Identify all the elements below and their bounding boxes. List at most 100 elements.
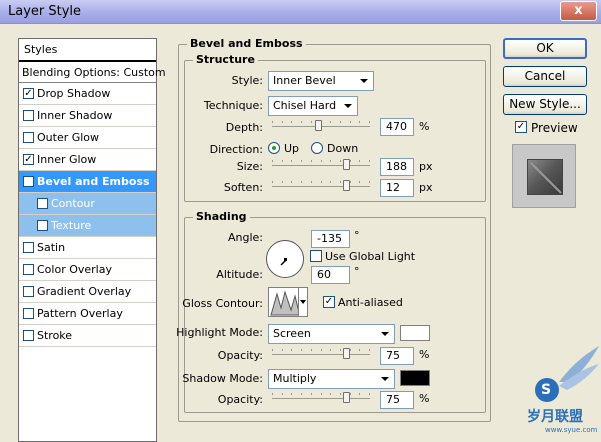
angle-dial-graphic (280, 258, 287, 266)
preview-checkbox[interactable]: ✓ (515, 121, 527, 133)
shadow-opacity-input[interactable]: 75 (380, 391, 414, 409)
anti-aliased-label: Anti-aliased (338, 296, 403, 309)
depth-label: Depth: (225, 121, 263, 134)
style-item-texture[interactable]: Texture (19, 215, 156, 237)
new-style-button[interactable]: New Style... (503, 94, 587, 115)
style-item-checkbox[interactable] (23, 286, 34, 297)
title-bar: Layer Style x (0, 0, 601, 24)
ok-button[interactable]: OK (503, 38, 587, 59)
shadow-opacity-slider[interactable] (272, 392, 370, 404)
highlight-mode-select[interactable]: Screen (268, 324, 395, 344)
depth-input[interactable]: 470 (380, 118, 414, 136)
style-item-checkbox[interactable]: ✓ (23, 176, 34, 187)
gloss-contour-dropdown[interactable] (298, 287, 308, 317)
style-item-inner-glow[interactable]: ✓ Inner Glow (19, 149, 156, 171)
style-item-label: Pattern Overlay (37, 307, 123, 320)
slider-tick (311, 393, 312, 395)
style-item-pattern-overlay[interactable]: Pattern Overlay (19, 303, 156, 325)
slider-tick (330, 160, 331, 162)
style-item-label: Outer Glow (37, 131, 100, 144)
watermark-text: 岁月联盟 (527, 409, 583, 425)
use-global-light-checkbox[interactable] (310, 250, 322, 262)
altitude-label: Altitude: (216, 268, 263, 281)
watermark-badge: S (541, 382, 552, 398)
size-slider[interactable] (272, 159, 370, 171)
slider-tick (330, 121, 331, 123)
style-item-checkbox[interactable] (23, 242, 34, 253)
style-item-drop-shadow[interactable]: ✓ Drop Shadow (19, 83, 156, 105)
size-input[interactable]: 188 (380, 158, 414, 176)
style-item-checkbox[interactable] (23, 110, 34, 121)
shadow-mode-select[interactable]: Multiply (268, 369, 395, 389)
slider-thumb[interactable] (343, 180, 350, 191)
direction-up-label: Up (284, 142, 300, 155)
style-item-checkbox[interactable] (23, 132, 34, 143)
styles-list: Styles Blending Options: Custom ✓ Drop Sh… (18, 38, 166, 442)
watermark-logo: S 岁月联盟 www.syue.com (519, 342, 601, 440)
style-item-color-overlay[interactable]: Color Overlay (19, 259, 156, 281)
shadow-mode-value: Multiply (273, 372, 317, 385)
style-item-checkbox[interactable]: ✓ (37, 198, 48, 209)
soften-slider[interactable] (272, 180, 370, 192)
highlight-opacity-slider[interactable] (272, 348, 370, 360)
technique-select[interactable]: Chisel Hard (268, 96, 358, 116)
slider-thumb[interactable] (343, 348, 350, 359)
style-item-label: Stroke (37, 329, 73, 342)
slider-tick (340, 160, 341, 162)
slider-tick (359, 349, 360, 351)
slider-thumb[interactable] (343, 159, 350, 170)
slider-tick (301, 181, 302, 183)
size-unit: px (419, 160, 433, 173)
depth-slider[interactable] (272, 120, 370, 132)
chevron-down-icon (360, 79, 368, 83)
style-item-stroke[interactable]: Stroke (19, 325, 156, 347)
highlight-color-swatch[interactable] (400, 325, 430, 341)
style-select[interactable]: Inner Bevel (268, 71, 374, 91)
direction-down-radio[interactable] (311, 142, 323, 154)
highlight-opacity-input[interactable]: 75 (380, 347, 414, 365)
direction-up-radio[interactable] (268, 142, 280, 154)
slider-thumb[interactable] (315, 120, 322, 131)
slider-tick (301, 393, 302, 395)
close-button[interactable]: x (560, 1, 597, 21)
slider-tick (311, 160, 312, 162)
style-select-value: Inner Bevel (273, 74, 336, 87)
style-item-inner-shadow[interactable]: Inner Shadow (19, 105, 156, 127)
style-item-gradient-overlay[interactable]: Gradient Overlay (19, 281, 156, 303)
shading-title: Shading (193, 210, 250, 223)
style-item-label: Inner Glow (37, 153, 97, 166)
slider-tick (282, 160, 283, 162)
slider-tick (321, 393, 322, 395)
style-item-checkbox[interactable] (37, 220, 48, 231)
soften-input[interactable]: 12 (380, 179, 414, 197)
angle-dial[interactable] (266, 240, 304, 278)
style-item-checkbox[interactable] (23, 264, 34, 275)
style-item-label: Inner Shadow (37, 109, 113, 122)
altitude-input[interactable]: 60 (311, 266, 350, 284)
slider-thumb[interactable] (343, 392, 350, 403)
slider-tick (272, 121, 273, 123)
style-item-checkbox[interactable]: ✓ (23, 88, 34, 99)
style-item-satin[interactable]: Satin (19, 237, 156, 259)
slider-tick (311, 181, 312, 183)
slider-tick (330, 393, 331, 395)
style-item-label: Texture (51, 219, 92, 232)
cancel-button[interactable]: Cancel (503, 66, 587, 87)
style-item-outer-glow[interactable]: Outer Glow (19, 127, 156, 149)
shadow-color-swatch[interactable] (400, 370, 430, 386)
anti-aliased-checkbox[interactable]: ✓ (323, 296, 335, 308)
style-item-contour[interactable]: ✓ Contour (19, 193, 156, 215)
window-title: Layer Style (8, 4, 82, 19)
angle-input[interactable]: -135 (311, 230, 350, 248)
style-item-label: Bevel and Emboss (37, 175, 150, 188)
style-item-checkbox[interactable]: ✓ (23, 154, 34, 165)
slider-tick (321, 349, 322, 351)
styles-header[interactable]: Styles (19, 39, 156, 61)
highlight-opacity-unit: % (419, 348, 430, 361)
style-item-checkbox[interactable] (23, 308, 34, 319)
style-item-label: Contour (51, 197, 95, 210)
style-item-checkbox[interactable] (23, 330, 34, 341)
size-label: Size: (236, 160, 263, 173)
blending-options-item[interactable]: Blending Options: Custom (19, 61, 166, 83)
style-item-bevel-and-emboss[interactable]: ✓ Bevel and Emboss (19, 171, 156, 193)
